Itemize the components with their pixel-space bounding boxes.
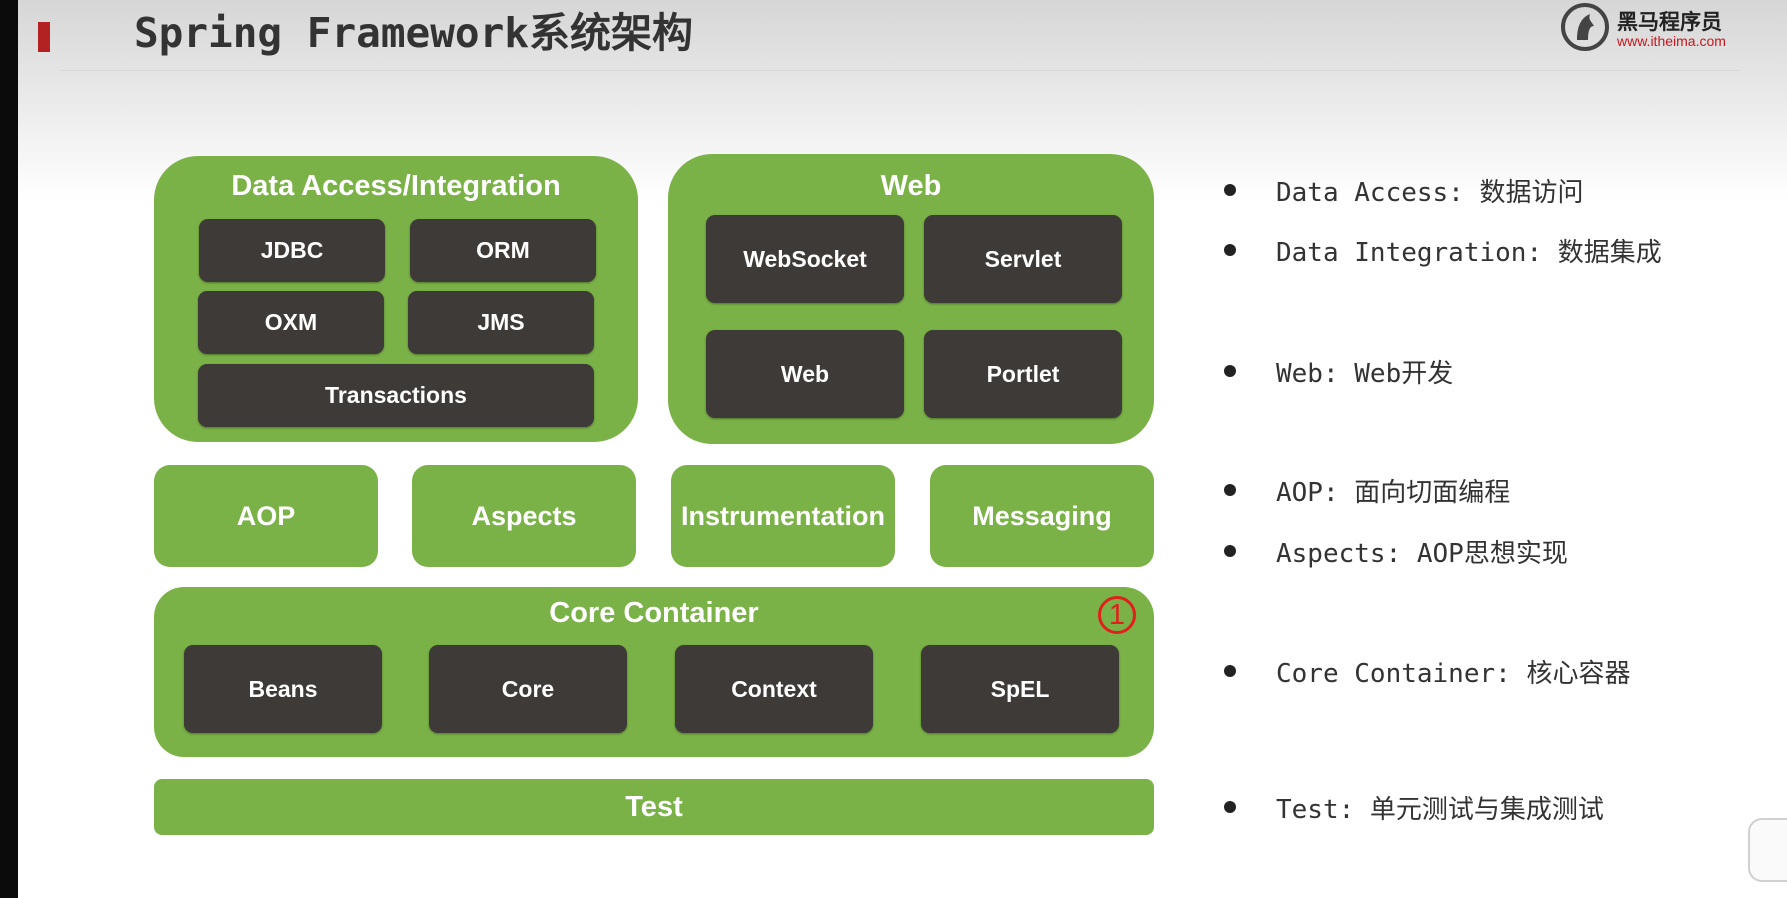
module-web: Web [706,330,904,418]
step-marker-one: 1 [1098,596,1136,634]
module-portlet: Portlet [924,330,1122,418]
module-jdbc: JDBC [199,219,385,282]
note-text: Data Access: 数据访问 [1276,177,1584,208]
bullet-dot [1224,184,1236,196]
note-data-access: Data Access: 数据访问 [1224,170,1584,210]
module-aop: AOP [154,465,378,567]
note-text: Data Integration: 数据集成 [1276,237,1662,268]
note-text: Web: Web开发 [1276,358,1454,389]
module-beans: Beans [184,645,382,733]
note-text: Aspects: AOP思想实现 [1276,538,1568,569]
note-test: Test: 单元测试与集成测试 [1224,787,1604,827]
module-orm: ORM [410,219,596,282]
page-title: Spring Framework系统架构 [134,9,693,57]
module-messaging: Messaging [930,465,1154,567]
module-context: Context [675,645,873,733]
player-control-button[interactable] [1748,818,1787,882]
module-jms: JMS [408,291,594,354]
bullet-dot [1224,484,1236,496]
note-data-integration: Data Integration: 数据集成 [1224,230,1662,270]
horse-logo-icon [1561,3,1609,51]
core-container-title: Core Container [549,597,759,629]
bullet-dot [1224,365,1236,377]
module-oxm: OXM [198,291,384,354]
header-divider [60,70,1740,71]
module-core: Core [429,645,627,733]
logo-url: www.itheima.com [1617,33,1726,49]
note-web: Web: Web开发 [1224,351,1453,391]
title-accent-mark [38,22,50,52]
web-title: Web [880,170,942,202]
module-servlet: Servlet [924,215,1122,303]
note-text: AOP: 面向切面编程 [1276,477,1511,508]
logo-name: 黑马程序员 [1617,10,1722,34]
data-access-title: Data Access/Integration [231,170,561,202]
bullet-dot [1224,801,1236,813]
note-aop: AOP: 面向切面编程 [1224,470,1510,510]
module-spel: SpEL [921,645,1119,733]
module-transactions: Transactions [198,364,594,427]
note-core-container: Core Container: 核心容器 [1224,651,1630,691]
note-text: Test: 单元测试与集成测试 [1276,794,1604,825]
note-aspects: Aspects: AOP思想实现 [1224,531,1568,571]
brand-logo: 黑马程序员 www.itheima.com [1560,2,1750,54]
left-edge-bar [0,0,18,898]
module-websocket: WebSocket [706,215,904,303]
bullet-dot [1224,244,1236,256]
module-aspects: Aspects [412,465,636,567]
note-text: Core Container: 核心容器 [1276,658,1631,689]
module-test: Test [154,779,1154,835]
bullet-dot [1224,665,1236,677]
bullet-dot [1224,545,1236,557]
module-instrumentation: Instrumentation [671,465,895,567]
